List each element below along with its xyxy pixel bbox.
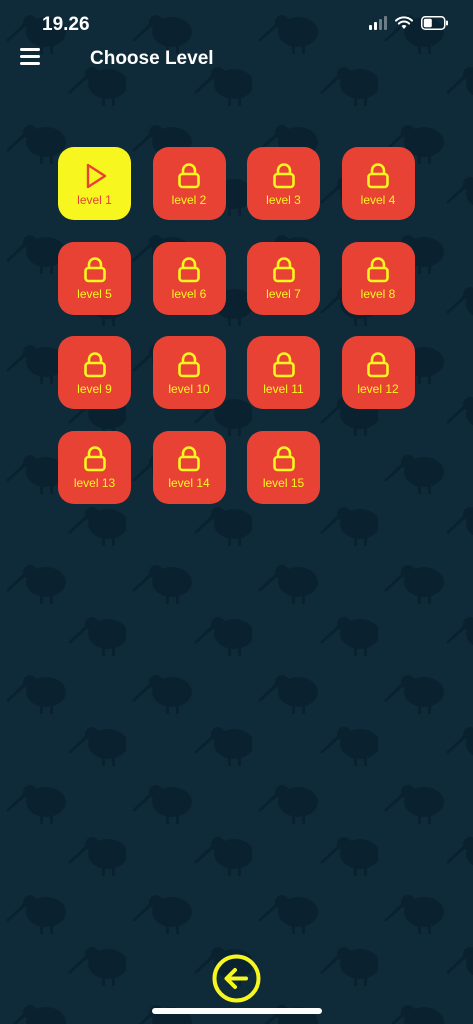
level-tile[interactable]: level 10 <box>152 336 226 409</box>
level-label: level 5 <box>77 287 112 301</box>
lock-icon <box>269 255 299 285</box>
level-label: level 6 <box>171 287 207 301</box>
lock-icon <box>174 161 204 191</box>
home-indicator <box>152 1008 322 1014</box>
lock-icon <box>269 350 299 380</box>
level-label: level 3 <box>266 192 301 207</box>
level-label: level 15 <box>262 476 305 490</box>
level-label: level 14 <box>168 476 210 490</box>
level-tile[interactable]: level 1 <box>58 147 131 220</box>
lock-icon <box>363 255 393 285</box>
level-label: level 10 <box>168 381 210 396</box>
level-tile[interactable]: level 4 <box>341 147 415 220</box>
level-tile[interactable]: level 12 <box>341 336 415 409</box>
level-grid: level 1 level 2 level 3 level 4 level 5 level… <box>58 147 415 504</box>
lock-icon <box>269 161 299 191</box>
level-tile[interactable]: level 13 <box>58 430 131 504</box>
level-tile[interactable]: level 6 <box>152 241 226 315</box>
level-tile[interactable]: level 5 <box>58 241 131 315</box>
level-tile[interactable]: level 11 <box>247 336 320 409</box>
level-tile[interactable]: level 3 <box>247 147 320 220</box>
lock-icon <box>174 350 204 380</box>
cellular-signal-icon <box>369 16 387 30</box>
level-label: level 7 <box>266 287 301 301</box>
lock-icon <box>80 444 110 474</box>
lock-icon <box>174 444 204 474</box>
battery-icon <box>421 16 448 30</box>
status-time: 19.26 <box>42 14 90 35</box>
arrow-left-circle-icon <box>212 954 261 1003</box>
lock-icon <box>363 350 393 380</box>
back-button[interactable] <box>212 954 261 1003</box>
level-tile[interactable]: level 14 <box>152 430 226 504</box>
status-bar: 19.26 <box>0 0 473 44</box>
level-tile[interactable]: level 2 <box>152 147 226 220</box>
lock-icon <box>363 161 393 191</box>
level-tile[interactable]: level 7 <box>247 241 320 315</box>
level-label: level 11 <box>263 381 304 396</box>
level-label: level 9 <box>77 381 112 396</box>
level-label: level 13 <box>73 476 116 490</box>
level-label: level 1 <box>77 192 112 207</box>
level-label: level 12 <box>357 381 399 396</box>
lock-icon <box>80 350 110 380</box>
level-tile[interactable]: level 8 <box>341 241 415 315</box>
play-icon <box>80 161 110 191</box>
status-icons <box>369 16 449 30</box>
hamburger-menu-icon[interactable] <box>20 48 40 66</box>
lock-icon <box>269 444 299 474</box>
lock-icon <box>80 255 110 285</box>
app-bar: Choose Level <box>0 44 473 74</box>
wifi-icon <box>395 16 413 29</box>
page-title: Choose Level <box>90 48 214 69</box>
level-tile[interactable]: level 15 <box>247 430 320 504</box>
level-label: level 2 <box>171 192 207 207</box>
lock-icon <box>174 255 204 285</box>
level-label: level 4 <box>360 192 396 207</box>
level-label: level 8 <box>360 287 396 301</box>
level-tile[interactable]: level 9 <box>58 336 131 409</box>
